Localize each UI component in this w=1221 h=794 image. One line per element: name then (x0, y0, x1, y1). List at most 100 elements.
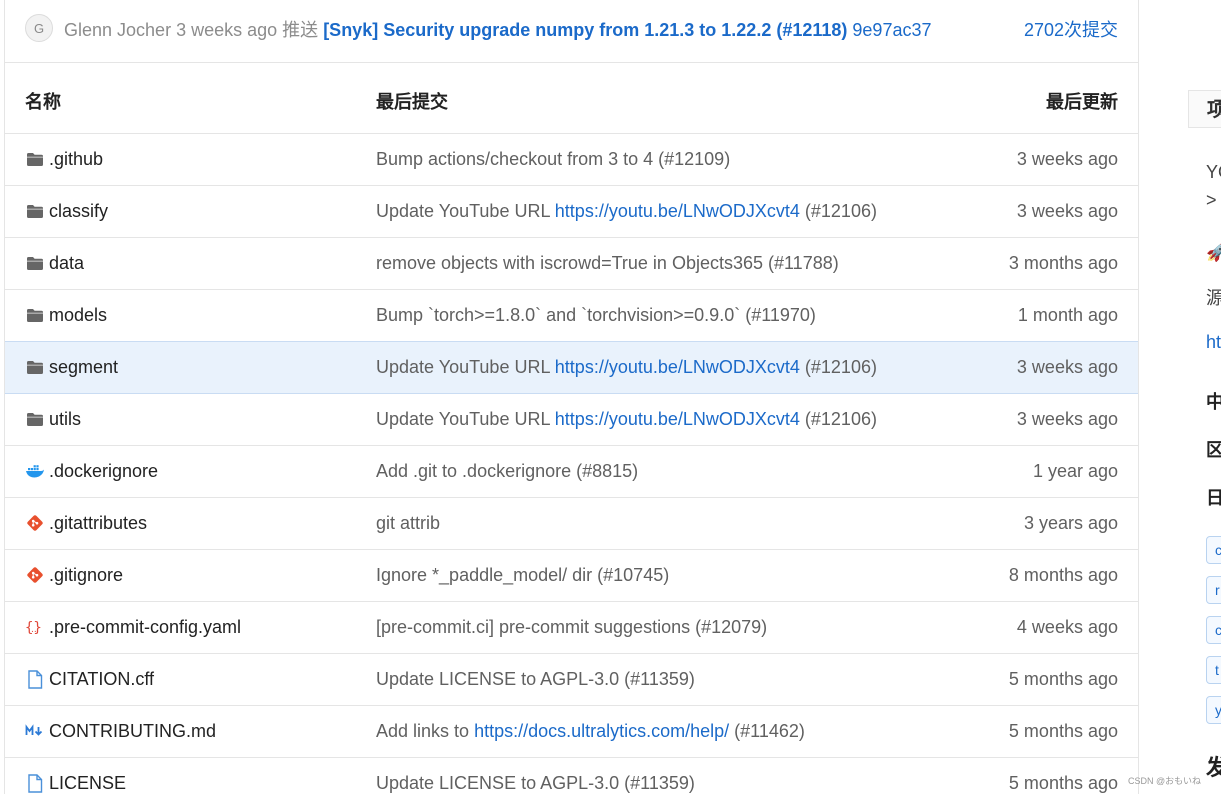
last-commit-message[interactable]: git attrib (376, 513, 440, 534)
commit-message-url[interactable]: https://docs.ultralytics.com/help/ (474, 721, 729, 741)
folder-icon (25, 253, 45, 273)
sidebar-section-heading: 发 (1206, 755, 1221, 780)
commit-author[interactable]: Glenn Jocher (64, 20, 171, 40)
header-name: 名称 (25, 92, 61, 112)
table-row[interactable]: .gitattributes git attrib 3 years ago (5, 498, 1138, 550)
topic-tag[interactable]: c (1206, 536, 1221, 564)
table-row[interactable]: models Bump `torch>=1.8.0` and `torchvisi… (5, 290, 1138, 342)
last-updated-time: 3 weeks ago (1016, 201, 1118, 221)
git-icon (25, 513, 45, 533)
last-commit-message[interactable]: Update LICENSE to AGPL-3.0 (#11359) (376, 669, 695, 690)
author-avatar[interactable]: G (25, 14, 53, 42)
last-commit-message[interactable]: [pre-commit.ci] pre-commit suggestions (… (376, 617, 767, 638)
commit-action: 推送 (282, 20, 319, 40)
file-name-link[interactable]: models (49, 305, 107, 326)
commit-message-link[interactable]: [Snyk] Security upgrade numpy from 1.21.… (323, 20, 847, 40)
last-updated-time: 3 years ago (1023, 513, 1118, 533)
table-row[interactable]: CITATION.cff Update LICENSE to AGPL-3.0 (… (5, 654, 1138, 706)
table-header: 名称 最后提交 最后更新 (5, 63, 1138, 134)
commit-message-suffix: (#12106) (799, 357, 877, 377)
table-row[interactable]: .gitignore Ignore *_paddle_model/ dir (#1… (5, 550, 1138, 602)
file-list: .github Bump actions/checkout from 3 to 4… (5, 134, 1138, 794)
latest-commit-info: Glenn Jocher 3 weeks ago 推送 [Snyk] Secur… (64, 16, 931, 42)
last-updated-time: 5 months ago (1008, 669, 1118, 689)
svg-text:..: .. (31, 625, 37, 635)
last-updated-time: 5 months ago (1008, 773, 1118, 793)
folder-icon (25, 201, 45, 221)
rocket-icon: 🚀 (1206, 242, 1221, 262)
file-name-link[interactable]: CITATION.cff (49, 669, 154, 690)
header-last-commit: 最后提交 (376, 92, 448, 112)
commit-message-text: Update YouTube URL (376, 357, 555, 377)
file-name-link[interactable]: data (49, 253, 84, 274)
last-updated-time: 3 weeks ago (1016, 357, 1118, 377)
last-updated-time: 4 weeks ago (1016, 617, 1118, 637)
last-commit-message[interactable]: Update LICENSE to AGPL-3.0 (#11359) (376, 773, 695, 794)
table-row[interactable]: .github Bump actions/checkout from 3 to 4… (5, 134, 1138, 186)
last-commit-message[interactable]: Bump actions/checkout from 3 to 4 (#1210… (376, 149, 730, 170)
table-row[interactable]: utils Update YouTube URL https://youtu.be… (5, 394, 1138, 446)
table-row[interactable]: classify Update YouTube URL https://youtu… (5, 186, 1138, 238)
commit-count-link[interactable]: 2702次提交 (1024, 16, 1118, 42)
file-name-link[interactable]: .gitignore (49, 565, 123, 586)
file-name-link[interactable]: classify (49, 201, 108, 222)
table-row[interactable]: segment Update YouTube URL https://youtu.… (5, 341, 1138, 394)
sidebar-item[interactable]: 区 (1206, 436, 1221, 462)
file-name-link[interactable]: .github (49, 149, 103, 170)
sidebar-item[interactable]: 日 (1206, 484, 1221, 510)
last-commit-message[interactable]: Update YouTube URL https://youtu.be/LNwO… (376, 409, 877, 430)
topic-tag[interactable]: y (1206, 696, 1221, 724)
last-updated-time: 5 months ago (1008, 721, 1118, 741)
yaml-icon: {}.. (25, 617, 45, 637)
folder-icon (25, 357, 45, 377)
commit-sha-link[interactable]: 9e97ac37 (852, 20, 931, 40)
commit-message-text: Update LICENSE to AGPL-3.0 (#11359) (376, 669, 695, 689)
table-row[interactable]: .dockerignore Add .git to .dockerignore (… (5, 446, 1138, 498)
project-sidebar: 项 YO > 🚀 源 ht 中 区 日 c r c t y 发 (1137, 0, 1221, 794)
last-commit-message[interactable]: Ignore *_paddle_model/ dir (#10745) (376, 565, 669, 586)
folder-icon (25, 305, 45, 325)
file-name-link[interactable]: .gitattributes (49, 513, 147, 534)
sidebar-homepage-link[interactable]: ht (1206, 332, 1221, 353)
file-name-link[interactable]: segment (49, 357, 118, 378)
topic-tag[interactable]: r (1206, 576, 1221, 604)
file-name-link[interactable]: .dockerignore (49, 461, 158, 482)
file-name-link[interactable]: .pre-commit-config.yaml (49, 617, 241, 638)
commit-message-text: Bump actions/checkout from 3 to 4 (#1210… (376, 149, 731, 169)
commit-message-text: Add .git to .dockerignore (#8815) (376, 461, 639, 481)
folder-icon (25, 409, 45, 429)
docker-icon (25, 461, 45, 481)
commit-message-url[interactable]: https://youtu.be/LNwODJXcvt4 (555, 357, 800, 377)
table-row[interactable]: data remove objects with iscrowd=True in … (5, 238, 1138, 290)
last-commit-message[interactable]: Bump `torch>=1.8.0` and `torchvision>=0.… (376, 305, 816, 326)
file-name-link[interactable]: utils (49, 409, 81, 430)
last-commit-message[interactable]: remove objects with iscrowd=True in Obje… (376, 253, 839, 274)
commit-message-text: Update LICENSE to AGPL-3.0 (#11359) (376, 773, 695, 793)
sidebar-item[interactable]: 中 (1206, 388, 1221, 414)
last-updated-time: 8 months ago (1008, 565, 1118, 585)
commit-message-url[interactable]: https://youtu.be/LNwODJXcvt4 (555, 201, 800, 221)
commit-message-suffix: (#12106) (799, 201, 877, 221)
last-commit-message[interactable]: Update YouTube URL https://youtu.be/LNwO… (376, 201, 877, 222)
table-row[interactable]: {}.. .pre-commit-config.yaml [pre-commit.c… (5, 602, 1138, 654)
table-row[interactable]: LICENSE Update LICENSE to AGPL-3.0 (#1135… (5, 758, 1138, 794)
file-name-link[interactable]: CONTRIBUTING.md (49, 721, 216, 742)
last-updated-time: 3 weeks ago (1016, 149, 1118, 169)
last-commit-message[interactable]: Add links to https://docs.ultralytics.co… (376, 721, 805, 742)
table-row[interactable]: CONTRIBUTING.md Add links to https://docs… (5, 706, 1138, 758)
file-browser-panel: G Glenn Jocher 3 weeks ago 推送 [Snyk] Sec… (4, 0, 1139, 794)
commit-message-text: Update YouTube URL (376, 409, 555, 429)
commit-message-url[interactable]: https://youtu.be/LNwODJXcvt4 (555, 409, 800, 429)
commit-message-text: Bump `torch>=1.8.0` and `torchvision>=0.… (376, 305, 816, 325)
header-last-updated: 最后更新 (1046, 92, 1118, 112)
last-updated-time: 1 year ago (1032, 461, 1118, 481)
commit-message-suffix: (#11462) (729, 721, 805, 741)
latest-commit-bar: G Glenn Jocher 3 weeks ago 推送 [Snyk] Sec… (5, 0, 1138, 63)
topic-tag[interactable]: t (1206, 656, 1221, 684)
commit-message-text: Add links to (376, 721, 475, 741)
topic-tag[interactable]: c (1206, 616, 1221, 644)
file-name-link[interactable]: LICENSE (49, 773, 126, 794)
commit-message-text: [pre-commit.ci] pre-commit suggestions (… (376, 617, 768, 637)
last-commit-message[interactable]: Update YouTube URL https://youtu.be/LNwO… (376, 357, 877, 378)
last-commit-message[interactable]: Add .git to .dockerignore (#8815) (376, 461, 638, 482)
